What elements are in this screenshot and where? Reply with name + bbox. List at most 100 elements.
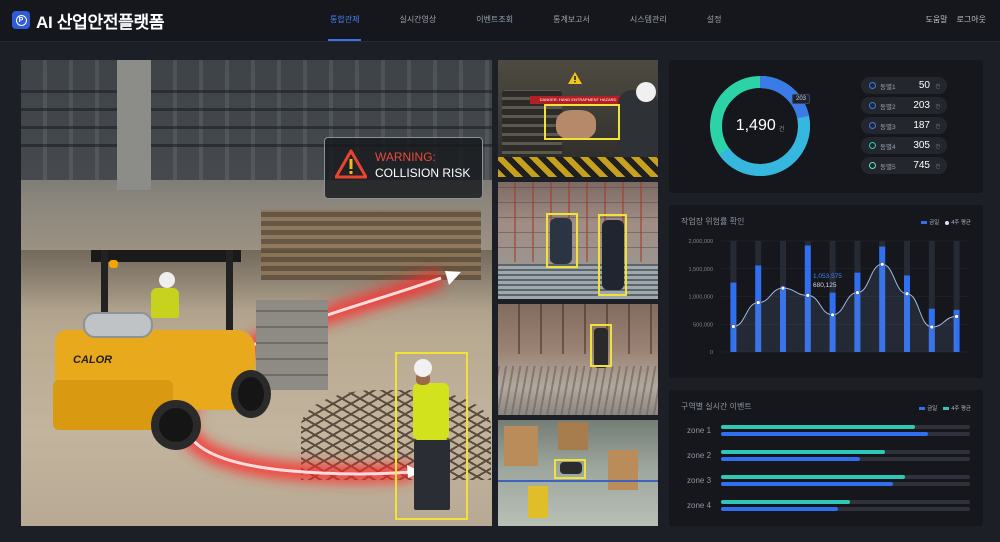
camera-thumbnail-2[interactable] bbox=[498, 182, 658, 299]
zone-row[interactable]: zone 1 bbox=[681, 422, 971, 442]
zone-track bbox=[721, 432, 970, 436]
path-arrow-head bbox=[445, 271, 461, 285]
y-tick-label: 1,500,000 bbox=[689, 267, 713, 273]
camera-thumbnail-3[interactable] bbox=[498, 304, 658, 415]
zone-row[interactable]: zone 4 bbox=[681, 497, 971, 517]
avg-point bbox=[904, 291, 910, 297]
avg-point bbox=[954, 314, 960, 319]
nav-item-settings[interactable]: 설정 bbox=[707, 0, 722, 42]
zone-label: zone 3 bbox=[687, 476, 712, 485]
nav-item-statistics-report[interactable]: 통계보고서 bbox=[553, 0, 590, 42]
warning-text: COLLISION RISK bbox=[375, 166, 471, 180]
logout-link[interactable]: 로그아웃 bbox=[957, 0, 986, 42]
warning-title: WARNING: bbox=[375, 150, 436, 164]
tooltip-line-value: 680,125 bbox=[813, 282, 837, 289]
legend-item-building-1[interactable]: 동별1 50 건 bbox=[861, 77, 947, 94]
zone-events-legend: 금일 4주 평균 bbox=[919, 404, 971, 412]
y-tick-label: 0 bbox=[710, 350, 713, 356]
top-bar: P AI 산업안전플랫폼 통합관제 실시간영상 이벤트조회 통계보고서 시스템관… bbox=[0, 0, 1000, 42]
legend-today: 금일 bbox=[919, 404, 937, 412]
y-tick-label: 1,000,000 bbox=[689, 295, 713, 301]
legend-dot-icon bbox=[869, 102, 876, 109]
worker-detection-box bbox=[395, 352, 468, 520]
warning-icon bbox=[335, 149, 367, 179]
gas-tank bbox=[83, 312, 153, 338]
zone-track bbox=[721, 475, 970, 479]
avg-area bbox=[733, 264, 957, 352]
zone-bar-today bbox=[721, 500, 851, 504]
avg-point bbox=[780, 285, 786, 291]
zone-label: zone 1 bbox=[687, 426, 712, 435]
worker-detection-box bbox=[590, 324, 612, 367]
avg-point bbox=[879, 261, 885, 267]
nav-item-event-search[interactable]: 이벤트조회 bbox=[476, 0, 513, 42]
tooltip-bar-value: 1,053,575 bbox=[813, 273, 842, 280]
legend-item-building-3[interactable]: 동별3 187 건 bbox=[861, 117, 947, 134]
zone-bar-avg bbox=[721, 507, 839, 511]
nav-item-system-management[interactable]: 시스템관리 bbox=[630, 0, 667, 42]
hand-detection-box bbox=[544, 104, 620, 140]
zone-track bbox=[721, 450, 970, 454]
zone-label: zone 2 bbox=[687, 451, 712, 460]
nav-item-integrated-control[interactable]: 통합관제 bbox=[327, 0, 362, 42]
donut-total: 1,490 건 bbox=[705, 71, 815, 181]
object-detection-box bbox=[554, 459, 586, 479]
avg-point bbox=[731, 324, 736, 329]
zone-track bbox=[721, 507, 970, 511]
legend-item-building-4[interactable]: 동별4 305 건 bbox=[861, 137, 947, 154]
building-legend: 동별1 50 건 동별2 203 건 동별3 187 건 동별4 305 건 동… bbox=[861, 77, 947, 177]
header-actions: 도움말 로그아웃 bbox=[925, 0, 986, 42]
risk-rate-panel: 작업장 위험률 확인 금일 4주 평균 2,000,000 1,500,000 1,… bbox=[669, 205, 983, 378]
zone-bar-today bbox=[721, 450, 886, 454]
zone-events-panel: 구역별 실시간 이벤트 금일 4주 평균 zone 1 zone 2 zone 3 z… bbox=[669, 390, 983, 526]
legend-dot-icon bbox=[869, 162, 876, 169]
avg-point bbox=[755, 300, 761, 306]
legend-4week-avg: 4주 평균 bbox=[943, 404, 971, 412]
main-nav: 통합관제 실시간영상 이벤트조회 통계보고서 시스템관리 설정 bbox=[327, 0, 761, 42]
zone-track bbox=[721, 482, 970, 486]
legend-dot-icon bbox=[869, 142, 876, 149]
zone-bar-today bbox=[721, 425, 916, 429]
bar-swatch-icon bbox=[943, 407, 950, 411]
collision-warning: WARNING: COLLISION RISK bbox=[324, 137, 483, 199]
donut-value-tag: 203 bbox=[792, 94, 811, 104]
avg-point bbox=[805, 292, 811, 298]
help-link[interactable]: 도움말 bbox=[925, 0, 947, 42]
app-title: AI 산업안전플랫폼 bbox=[36, 13, 165, 32]
avg-point bbox=[830, 312, 836, 318]
worker-detection-box bbox=[546, 213, 578, 268]
bar-swatch-icon bbox=[919, 407, 926, 411]
danger-sign: DANGER: HAND ENTRAPMENT HAZARD bbox=[530, 96, 626, 104]
building-summary-panel: 1,490 건 203 동별1 50 건 동별2 203 건 동별3 187 건… bbox=[669, 60, 983, 193]
legend-item-building-2[interactable]: 동별2 203 건 bbox=[861, 97, 947, 114]
avg-point bbox=[854, 290, 860, 296]
forklift-cargo bbox=[256, 300, 328, 390]
total-unit: 건 bbox=[778, 127, 785, 133]
camera-thumbnail-1[interactable]: DANGER: HAND ENTRAPMENT HAZARD bbox=[498, 60, 658, 177]
zone-bar-avg bbox=[721, 432, 928, 436]
zone-row[interactable]: zone 3 bbox=[681, 472, 971, 492]
warning-sign-icon bbox=[568, 72, 582, 84]
y-tick-label: 500,000 bbox=[693, 322, 713, 328]
zone-label: zone 4 bbox=[687, 501, 712, 510]
main-camera-feed[interactable]: CALOR WARNING: COLLISION RISK bbox=[21, 60, 492, 526]
warning-light bbox=[109, 260, 118, 268]
zone-track bbox=[721, 500, 970, 504]
worker-detection-box bbox=[598, 214, 627, 296]
legend-dot-icon bbox=[869, 82, 876, 89]
total-count: 1,490 bbox=[735, 117, 776, 134]
nav-item-live-video[interactable]: 실시간영상 bbox=[399, 0, 436, 42]
legend-dot-icon bbox=[869, 122, 876, 129]
risk-bar-line-chart: 2,000,000 1,500,000 1,000,000 500,000 0 1,053… bbox=[689, 239, 969, 356]
y-tick-label: 2,000,000 bbox=[689, 239, 713, 245]
legend-item-building-5[interactable]: 동별5 745 건 bbox=[861, 157, 947, 174]
zone-bar-avg bbox=[721, 482, 893, 486]
zone-row[interactable]: zone 2 bbox=[681, 447, 971, 467]
zone-track bbox=[721, 425, 970, 429]
zone-track bbox=[721, 457, 970, 461]
avg-point bbox=[929, 324, 935, 330]
zone-events-title: 구역별 실시간 이벤트 bbox=[681, 402, 752, 411]
camera-thumbnail-4[interactable] bbox=[498, 420, 658, 526]
forklift-brand: CALOR bbox=[73, 354, 113, 366]
zone-bar-today bbox=[721, 475, 906, 479]
